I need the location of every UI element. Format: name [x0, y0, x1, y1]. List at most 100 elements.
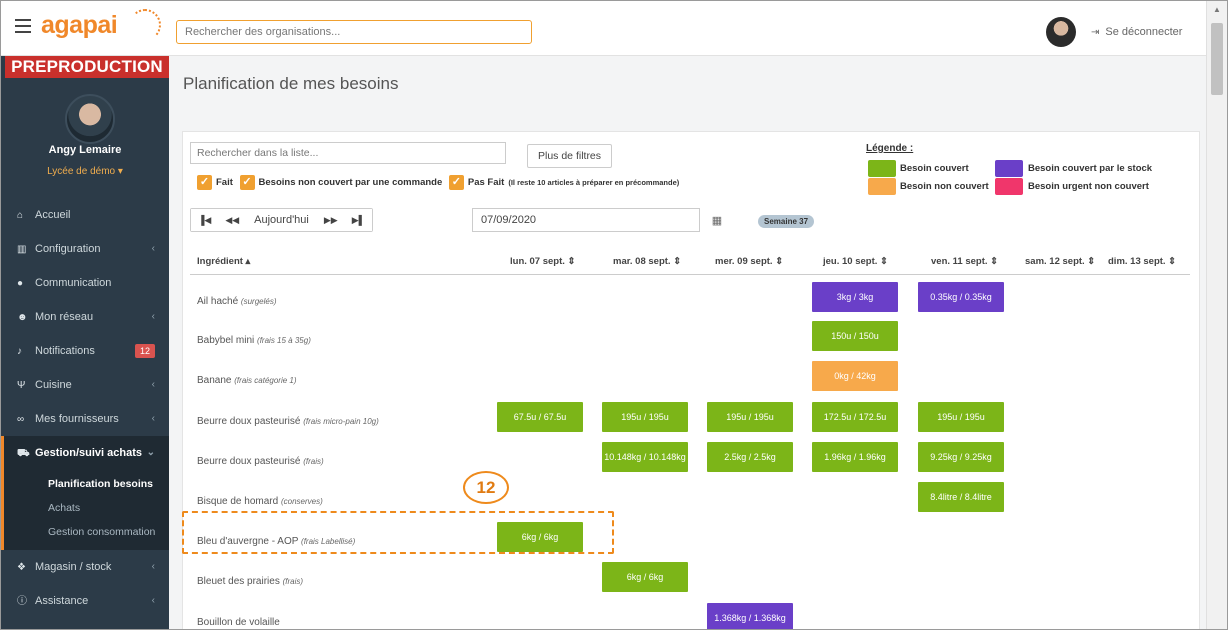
scroll-up-arrow-icon[interactable]: ▲ [1213, 5, 1221, 14]
ingredient-name: Babybel mini (frais 15 à 35g) [197, 335, 311, 346]
legend-swatch-non-couvert [868, 178, 896, 195]
legend-swatch-couvert [868, 160, 896, 177]
column-header-mar[interactable]: mar. 08 sept. ⇕ [613, 256, 681, 267]
users-icon: ☻ [17, 312, 28, 323]
chevron-left-icon: ‹ [151, 413, 155, 424]
chevron-left-icon: ‹ [151, 311, 155, 322]
need-cell-covered[interactable]: 2.5kg / 2.5kg [707, 442, 793, 472]
column-header-jeu[interactable]: jeu. 10 sept. ⇕ [823, 256, 888, 267]
environment-banner: PREPRODUCTION [5, 56, 169, 78]
ingredient-name: Bouillon de volaille [197, 617, 280, 628]
sidebar-item-accueil[interactable]: ⌂ Accueil [1, 198, 169, 232]
hamburger-menu-icon[interactable] [15, 19, 31, 33]
today-button[interactable]: Aujourd'hui [246, 209, 317, 231]
ingredient-name: Bleuet des prairies (frais) [197, 576, 303, 587]
need-cell-covered[interactable]: 195u / 195u [918, 402, 1004, 432]
user-avatar[interactable] [1046, 17, 1076, 47]
need-cell-covered[interactable]: 195u / 195u [602, 402, 688, 432]
filter-non-couvert-label: Besoins non couvert par une commande [258, 177, 443, 188]
need-cell-covered[interactable]: 150u / 150u [812, 321, 898, 351]
notification-count-badge: 12 [134, 344, 155, 358]
date-input[interactable] [472, 208, 700, 232]
sidebar-item-magasin-stock[interactable]: ❖ Magasin / stock ‹ [1, 550, 169, 584]
sidebar-item-label: Communication [35, 277, 112, 289]
need-cell-stock[interactable]: 0.35kg / 0.35kg [918, 282, 1004, 312]
last-week-button[interactable]: ▶▌ [344, 209, 373, 231]
sidebar-nav: ⌂ Accueil ▥ Configuration ‹ ● Communication … [1, 198, 169, 618]
legend-label-couvert: Besoin couvert [900, 163, 969, 174]
sidebar-item-label: Magasin / stock [35, 561, 112, 573]
legend-label-stock: Besoin couvert par le stock [1028, 163, 1153, 174]
filter-pas-fait-checkbox[interactable]: ✓ [448, 175, 464, 190]
filter-pas-fait-label: Pas Fait [467, 177, 505, 188]
column-header-ven[interactable]: ven. 11 sept. ⇕ [931, 256, 998, 267]
calendar-icon[interactable]: ▦ [704, 208, 730, 232]
legend-swatch-stock [995, 160, 1023, 177]
sign-out-icon: ⇥ [1091, 27, 1100, 38]
app-logo[interactable]: agapai [41, 11, 118, 40]
need-cell-covered[interactable]: 195u / 195u [707, 402, 793, 432]
filter-non-couvert-checkbox[interactable]: ✓ [239, 175, 255, 190]
ingredient-detail: (frais 15 à 35g) [257, 336, 311, 345]
sidebar-item-mon-reseau[interactable]: ☻ Mon réseau ‹ [1, 300, 169, 334]
table-row: Beurre doux pasteurisé (frais micro-pain… [190, 402, 1190, 442]
next-week-button[interactable]: ▶▶ [316, 209, 345, 231]
need-cell-stock[interactable]: 3kg / 3kg [812, 282, 898, 312]
table-row: Banane (frais catégorie 1) 0kg / 42kg [190, 361, 1190, 401]
table-row: Ail haché (surgelés) 3kg / 3kg 0.35kg / … [190, 282, 1190, 322]
ingredient-name: Bisque de homard (conserves) [197, 496, 323, 507]
sidebar-item-label: Notifications [35, 345, 95, 357]
sidebar-item-communication[interactable]: ● Communication [1, 266, 169, 300]
need-cell-uncovered[interactable]: 0kg / 42kg [812, 361, 898, 391]
utensils-icon: Ψ [17, 380, 26, 391]
list-search-input[interactable] [190, 142, 506, 164]
chevron-left-icon: ‹ [151, 379, 155, 390]
week-badge: Semaine 37 [758, 215, 815, 228]
logout-label: Se déconnecter [1105, 26, 1183, 38]
sidebar-item-label: Cuisine [35, 379, 72, 391]
need-cell-covered[interactable]: 1.96kg / 1.96kg [812, 442, 898, 472]
ingredient-label: Bouillon de volaille [197, 617, 280, 628]
more-filters-button[interactable]: Plus de filtres [527, 144, 613, 168]
legend-title: Légende : [866, 143, 914, 154]
step-number-badge: 12 [463, 471, 509, 504]
filter-fait-checkbox[interactable]: ✓ [197, 175, 212, 190]
ingredient-detail: (frais catégorie 1) [234, 376, 297, 385]
ingredient-label: Bisque de homard [197, 496, 279, 507]
subitem-gestion-consommation[interactable]: Gestion consommation [4, 520, 169, 544]
scrollbar-thumb[interactable] [1211, 23, 1223, 95]
ingredient-label: Bleuet des prairies [197, 576, 280, 587]
sidebar-item-assistance[interactable]: ⓘ Assistance ‹ [1, 584, 169, 618]
need-cell-covered[interactable]: 8.4litre / 8.4litre [918, 482, 1004, 512]
school-selector[interactable]: Lycée de démo ▾ [1, 166, 169, 177]
prev-week-button[interactable]: ◀◀ [218, 209, 247, 231]
need-cell-covered[interactable]: 9.25kg / 9.25kg [918, 442, 1004, 472]
app-window: agapai ⇥ Se déconnecter PREPRODUCTION Ang… [0, 0, 1228, 630]
sidebar-item-configuration[interactable]: ▥ Configuration ‹ [1, 232, 169, 266]
top-bar: agapai ⇥ Se déconnecter [1, 1, 1227, 56]
need-cell-covered[interactable]: 67.5u / 67.5u [497, 402, 583, 432]
column-header-dim[interactable]: dim. 13 sept. ⇕ [1108, 256, 1176, 267]
need-cell-covered[interactable]: 10.148kg / 10.148kg [602, 442, 688, 472]
subitem-planification-besoins[interactable]: Planification besoins [4, 472, 169, 496]
subitem-achats[interactable]: Achats [4, 496, 169, 520]
organisation-search-input[interactable] [176, 20, 532, 44]
sidebar-item-gestion-achats[interactable]: ⛟ Gestion/suivi achats ⌄ [1, 436, 169, 470]
first-week-button[interactable]: ▐◀ [191, 209, 219, 231]
column-header-mer[interactable]: mer. 09 sept. ⇕ [715, 256, 783, 267]
chevron-left-icon: ‹ [151, 561, 155, 572]
sidebar-item-fournisseurs[interactable]: ∞ Mes fournisseurs ‹ [1, 402, 169, 436]
column-header-ingredient[interactable]: Ingrédient ▴ [197, 256, 250, 267]
legend-label-urgent: Besoin urgent non couvert [1028, 181, 1149, 192]
chevron-left-icon: ‹ [151, 243, 155, 254]
sidebar-item-cuisine[interactable]: Ψ Cuisine ‹ [1, 368, 169, 402]
need-cell-covered[interactable]: 172.5u / 172.5u [812, 402, 898, 432]
need-cell-stock[interactable]: 1.368kg / 1.368kg [707, 603, 793, 629]
need-cell-covered[interactable]: 6kg / 6kg [602, 562, 688, 592]
page-scrollbar[interactable]: ▲ [1206, 1, 1227, 629]
column-header-lun[interactable]: lun. 07 sept. ⇕ [510, 256, 576, 267]
sidebar-item-notifications[interactable]: ♪ Notifications 12 [1, 334, 169, 368]
status-filters: ✓ Fait ✓ Besoins non couvert par une comma… [197, 175, 679, 193]
logout-button[interactable]: ⇥ Se déconnecter [1091, 26, 1182, 38]
column-header-sam[interactable]: sam. 12 sept. ⇕ [1025, 256, 1095, 267]
